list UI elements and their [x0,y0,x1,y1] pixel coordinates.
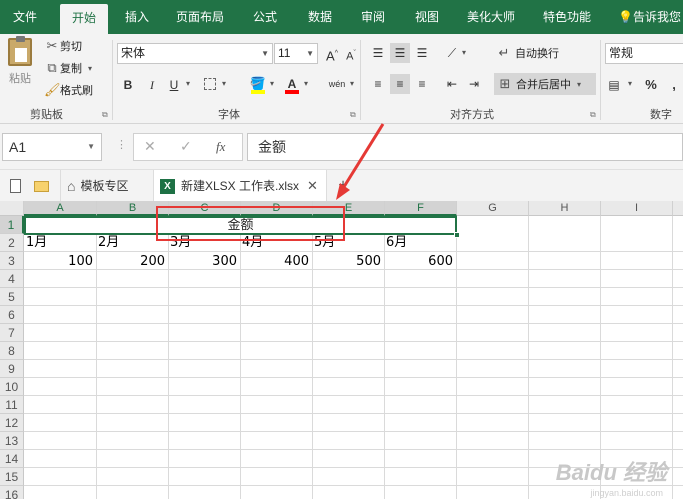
arrow-shaft [340,123,385,191]
annotation-arrow [336,123,385,200]
arrow-head [336,183,350,200]
highlight-box [156,206,345,241]
